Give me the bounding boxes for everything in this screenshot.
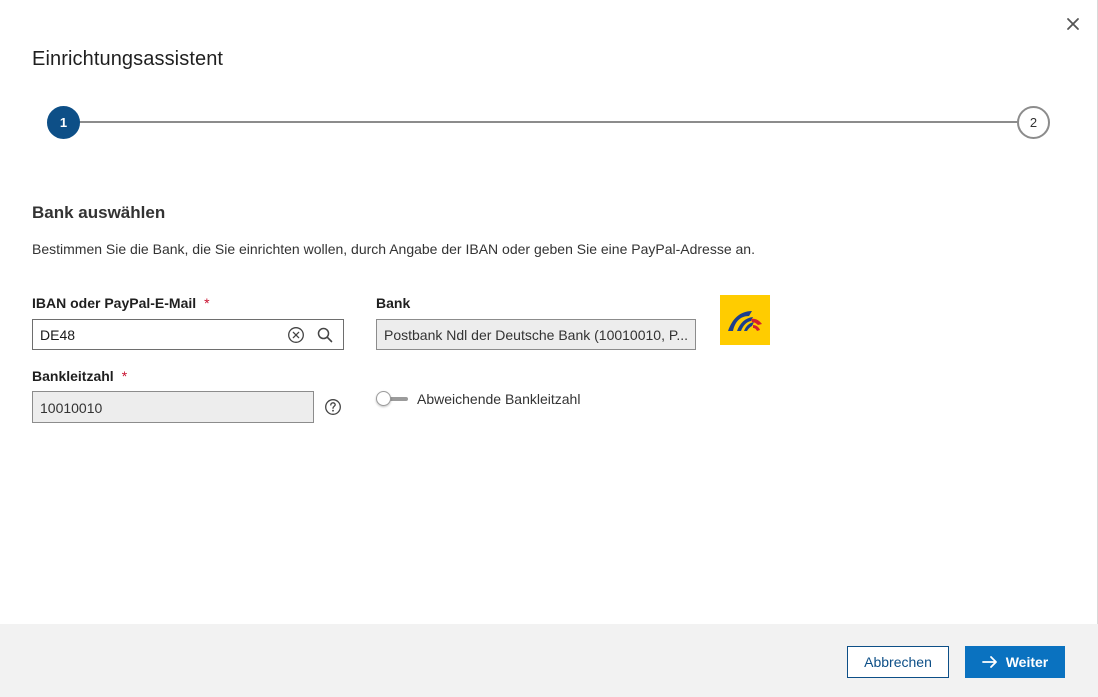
iban-label-text: IBAN oder PayPal-E-Mail [32, 295, 197, 311]
clear-button[interactable] [283, 322, 309, 348]
iban-input[interactable] [33, 320, 283, 349]
blz-label: Bankleitzahl * [32, 368, 127, 384]
step-2-indicator[interactable]: 2 [1017, 106, 1050, 139]
blz-label-text: Bankleitzahl [32, 368, 114, 384]
blz-field: 10010010 [32, 391, 314, 423]
arrow-right-icon [981, 656, 997, 668]
deviating-blz-toggle[interactable] [376, 390, 410, 408]
required-marker: * [204, 295, 210, 311]
iban-field [32, 319, 344, 350]
postbank-logo [720, 295, 770, 345]
step-1-indicator[interactable]: 1 [47, 106, 80, 139]
search-button[interactable] [312, 322, 338, 348]
wizard-stepper: 1 2 [47, 106, 1050, 139]
next-button[interactable]: Weiter [965, 646, 1065, 678]
postbank-logo-mark [728, 311, 762, 331]
close-button[interactable] [1062, 13, 1084, 35]
toggle-label: Abweichende Bankleitzahl [417, 391, 581, 407]
help-circle-icon [325, 399, 341, 415]
section-description: Bestimmen Sie die Bank, die Sie einricht… [32, 241, 755, 257]
required-marker: * [121, 368, 128, 384]
help-button[interactable] [324, 398, 342, 416]
close-icon [1067, 18, 1079, 30]
toggle-knob [376, 391, 391, 406]
clear-circle-icon [288, 326, 304, 343]
bank-label: Bank [376, 295, 411, 311]
next-button-label: Weiter [1005, 654, 1049, 670]
cancel-button[interactable]: Abbrechen [847, 646, 949, 678]
search-icon [317, 327, 333, 342]
iban-label: IBAN oder PayPal-E-Mail * [32, 295, 210, 311]
section-title: Bank auswählen [32, 203, 166, 222]
bank-field: Postbank Ndl der Deutsche Bank (10010010… [376, 319, 696, 350]
stepper-line [77, 121, 1020, 123]
setup-wizard-dialog: Einrichtungsassistent 1 2 Bank auswählen… [0, 0, 1098, 697]
dialog-title: Einrichtungsassistent [32, 48, 224, 70]
